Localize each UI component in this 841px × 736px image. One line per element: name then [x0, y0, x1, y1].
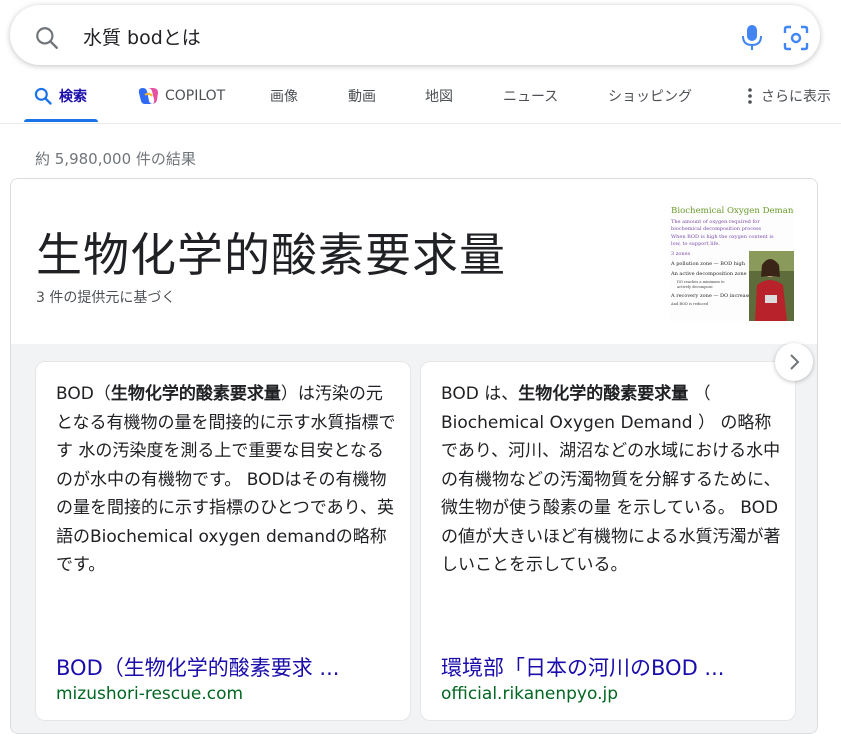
thumbnail-line: actively decompose	[677, 285, 713, 289]
tab-images[interactable]: 画像	[270, 86, 298, 106]
search-icon	[36, 27, 58, 49]
thumbnail-line: The amount of oxygen required for	[671, 219, 760, 225]
thumbnail-line: 3 zones	[671, 251, 691, 257]
tab-label: 動画	[348, 89, 376, 105]
thumbnail-line: An active decomposition zone	[670, 271, 747, 277]
thumbnail-photo	[749, 251, 794, 321]
thumbnail-line: DO reaches a minimum to	[677, 280, 725, 284]
knowledge-panel: 生物化学的酸素要求量 3 件の提供元に基づく Biochemical Oxyge…	[10, 178, 818, 734]
tab-maps[interactable]: 地図	[425, 86, 453, 106]
source-snippet: BOD（生物化学的酸素要求量）は汚染の元となる有機物の量を間接的に示す水質指標で…	[56, 384, 396, 575]
tab-label: COPILOT	[165, 88, 226, 104]
tab-label: ショッピング	[608, 89, 692, 105]
tab-label: 画像	[270, 89, 298, 105]
source-domain[interactable]: mizushori-rescue.com	[56, 684, 243, 704]
search-box[interactable]: 水質 bodとは	[10, 5, 820, 65]
search-icon	[34, 87, 52, 105]
result-stats: 約 5,980,000 件の結果	[35, 150, 196, 168]
tab-label: さらに表示	[761, 89, 831, 105]
thumbnail-line: A recovery zone — DO increases	[670, 293, 754, 299]
thumbnail-line: And BOD is reduced	[670, 302, 709, 306]
knowledge-panel-title[interactable]: 生物化学的酸素要求量	[36, 219, 506, 285]
source-card[interactable]: BOD は、生物化学的酸素要求量 （ Biochemical Oxygen De…	[420, 361, 796, 721]
copilot-icon	[138, 88, 158, 104]
knowledge-panel-header: 生物化学的酸素要求量 3 件の提供元に基づく Biochemical Oxyge…	[11, 179, 817, 344]
knowledge-panel-subtitle: 3 件の提供元に基づく	[36, 290, 176, 306]
camera-search-icon[interactable]	[782, 24, 810, 52]
knowledge-panel-sources: BOD（生物化学的酸素要求量）は汚染の元となる有機物の量を間接的に示す水質指標で…	[11, 344, 817, 733]
more-vertical-icon	[748, 88, 752, 104]
knowledge-panel-thumbnail[interactable]: Biochemical Oxygen Demand The amount of …	[669, 203, 794, 321]
chevron-right-icon	[790, 354, 800, 370]
thumbnail-line: low, to support life.	[671, 241, 720, 247]
tab-search[interactable]: 検索	[33, 86, 87, 106]
tab-label: 地図	[425, 89, 453, 105]
active-tab-indicator	[24, 119, 98, 122]
tab-news[interactable]: ニュース	[503, 86, 558, 106]
tab-label: ニュース	[503, 89, 559, 105]
thumbnail-heading: Biochemical Oxygen Demand	[671, 206, 794, 216]
source-link[interactable]: BOD（生物化学的酸素要求 ...	[56, 652, 396, 682]
tab-label: 検索	[59, 89, 87, 105]
source-snippet: BOD は、生物化学的酸素要求量 （ Biochemical Oxygen De…	[441, 384, 781, 575]
source-link[interactable]: 環境部「日本の河川のBOD ...	[441, 652, 781, 682]
tab-copilot[interactable]: COPILOT	[137, 86, 225, 106]
microphone-icon[interactable]	[740, 23, 764, 51]
thumbnail-line: A pollution zone — BOD high	[670, 261, 746, 267]
thumbnail-line: When BOD is high the oxygen content is	[671, 234, 774, 240]
tab-videos[interactable]: 動画	[348, 86, 376, 106]
thumbnail-line: biochemical decomposition process	[671, 226, 762, 232]
source-domain[interactable]: official.rikanenpyo.jp	[441, 684, 618, 704]
carousel-next-button[interactable]	[775, 343, 813, 381]
search-input[interactable]: 水質 bodとは	[83, 23, 201, 50]
search-tabs: 検索 COPILOT 画像 動画 地図 ニュース ショッピング さらに表示	[0, 78, 841, 124]
tab-shopping[interactable]: ショッピング	[608, 86, 692, 106]
tab-more[interactable]: さらに表示	[745, 86, 831, 106]
source-card[interactable]: BOD（生物化学的酸素要求量）は汚染の元となる有機物の量を間接的に示す水質指標で…	[35, 361, 411, 721]
